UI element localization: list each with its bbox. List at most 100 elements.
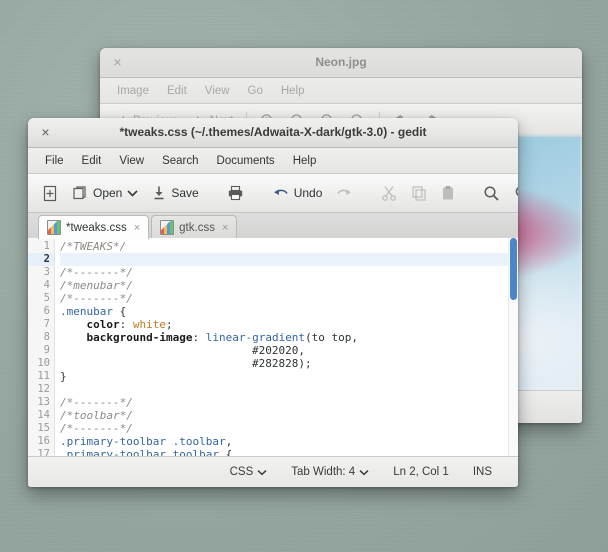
- new-document-button[interactable]: [35, 179, 65, 207]
- code-token: linear-gradient: [205, 331, 306, 344]
- gedit-menubar[interactable]: File Edit View Search Documents Help: [28, 148, 518, 174]
- code-token: }: [60, 370, 67, 383]
- line-number: 2: [28, 253, 54, 266]
- print-button[interactable]: [220, 179, 251, 207]
- code-token: /*-------*/: [60, 292, 133, 305]
- menu-view[interactable]: View: [110, 152, 153, 170]
- tab-label: *tweaks.css: [66, 221, 127, 234]
- tab-gtk-css[interactable]: gtk.css ×: [151, 215, 238, 239]
- chevron-down-icon[interactable]: [359, 469, 369, 476]
- menu-help[interactable]: Help: [284, 152, 326, 170]
- menu-view[interactable]: View: [196, 82, 239, 100]
- cursor-position: Ln 2, Col 1: [393, 466, 449, 478]
- menu-image[interactable]: Image: [108, 82, 158, 100]
- code-line[interactable]: #282828);: [60, 357, 518, 370]
- code-line[interactable]: /*toolbar*/: [60, 409, 518, 422]
- redo-button[interactable]: [329, 179, 360, 207]
- redo-icon: [336, 186, 353, 200]
- search-icon: [483, 185, 500, 202]
- code-line[interactable]: /*menubar*/: [60, 279, 518, 292]
- code-line[interactable]: .primary-toolbar .toolbar,: [60, 435, 518, 448]
- gedit-tabbar[interactable]: *tweaks.css × gtk.css ×: [28, 213, 518, 240]
- menu-documents[interactable]: Documents: [208, 152, 284, 170]
- menu-go[interactable]: Go: [239, 82, 272, 100]
- tab-tweaks-css[interactable]: *tweaks.css ×: [38, 215, 150, 239]
- code-line[interactable]: #202020,: [60, 344, 518, 357]
- line-number: 13: [37, 396, 50, 408]
- code-token: :: [192, 331, 206, 344]
- tab-width-selector[interactable]: Tab Width: 4: [279, 466, 381, 478]
- cut-button[interactable]: [374, 179, 404, 207]
- insert-mode: INS: [472, 466, 492, 478]
- chevron-down-icon[interactable]: [257, 469, 267, 476]
- tab-label: gtk.css: [179, 221, 215, 234]
- open-button-label: Open: [93, 186, 123, 200]
- gedit-toolbar[interactable]: Open Save Undo: [28, 174, 518, 213]
- editor-scrollbar[interactable]: [508, 238, 518, 457]
- code-token: background-image: [86, 331, 193, 344]
- code-editor[interactable]: 12345678910111213141516171819 /*TWEAKS*/…: [28, 238, 518, 457]
- close-icon[interactable]: ×: [222, 222, 228, 234]
- code-line[interactable]: /*-------*/: [60, 266, 518, 279]
- code-line[interactable]: color: white;: [60, 318, 518, 331]
- print-icon: [227, 185, 244, 201]
- image-viewer-menubar[interactable]: Image Edit View Go Help: [100, 78, 582, 104]
- code-line[interactable]: }: [60, 370, 518, 383]
- line-number: 6: [43, 305, 50, 317]
- line-number: 11: [37, 370, 50, 382]
- close-icon[interactable]: ×: [134, 222, 140, 234]
- menu-edit[interactable]: Edit: [73, 152, 111, 170]
- menu-help[interactable]: Help: [272, 82, 314, 100]
- code-line[interactable]: [60, 383, 518, 396]
- gedit-titlebar[interactable]: × *tweaks.css (~/.themes/Adwaita-X-dark/…: [28, 118, 518, 148]
- code-token: {: [112, 305, 127, 318]
- line-number: 8: [43, 331, 50, 343]
- code-line[interactable]: /*-------*/: [60, 422, 518, 435]
- code-token: color: [86, 318, 120, 331]
- code-line[interactable]: .menubar {: [60, 305, 518, 318]
- code-token: white: [132, 318, 166, 331]
- copy-button[interactable]: [404, 179, 434, 207]
- open-button[interactable]: Open: [65, 179, 145, 207]
- find-replace-button[interactable]: [507, 179, 518, 207]
- menu-search[interactable]: Search: [153, 152, 207, 170]
- line-number: 3: [43, 266, 50, 278]
- code-token: .menubar: [60, 305, 113, 318]
- language-label: CSS: [229, 466, 254, 478]
- gedit-title-text: *tweaks.css (~/.themes/Adwaita-X-dark/gt…: [119, 125, 427, 139]
- code-line[interactable]: /*-------*/: [60, 396, 518, 409]
- code-line[interactable]: /*-------*/: [60, 292, 518, 305]
- image-viewer-titlebar[interactable]: × Neon.jpg: [100, 48, 582, 78]
- code-token: /*menubar*/: [60, 279, 133, 292]
- save-button[interactable]: Save: [145, 179, 205, 207]
- undo-button[interactable]: Undo: [265, 179, 330, 207]
- scrollbar-thumb[interactable]: [510, 238, 517, 300]
- line-number: 16: [37, 435, 50, 447]
- menu-file[interactable]: File: [36, 152, 73, 170]
- code-line[interactable]: [60, 253, 518, 266]
- line-number: 10: [37, 357, 50, 369]
- find-button[interactable]: [476, 179, 507, 207]
- language-selector[interactable]: CSS: [218, 466, 280, 478]
- css-file-icon: [47, 220, 61, 235]
- paste-button[interactable]: [434, 179, 462, 207]
- code-line[interactable]: /*TWEAKS*/: [60, 240, 518, 253]
- code-token: /*-------*/: [60, 422, 133, 435]
- gedit-window[interactable]: × *tweaks.css (~/.themes/Adwaita-X-dark/…: [28, 118, 518, 487]
- chevron-down-icon[interactable]: [127, 189, 138, 197]
- code-token: /*TWEAKS*/: [60, 240, 127, 253]
- line-number: 5: [43, 292, 50, 304]
- menu-edit[interactable]: Edit: [158, 82, 196, 100]
- undo-button-label: Undo: [293, 186, 323, 200]
- gedit-statusbar[interactable]: CSS Tab Width: 4 Ln 2, Col 1 INS: [28, 456, 518, 487]
- code-token: /*toolbar*/: [60, 409, 133, 422]
- code-text[interactable]: /*TWEAKS*//*-------*//*menubar*//*------…: [55, 238, 518, 457]
- search-replace-icon: [514, 185, 518, 202]
- code-line[interactable]: background-image: linear-gradient(to top…: [60, 331, 518, 344]
- line-number: 7: [43, 318, 50, 330]
- code-token: :: [119, 318, 133, 331]
- line-number: 15: [37, 422, 50, 434]
- css-file-icon: [160, 220, 175, 235]
